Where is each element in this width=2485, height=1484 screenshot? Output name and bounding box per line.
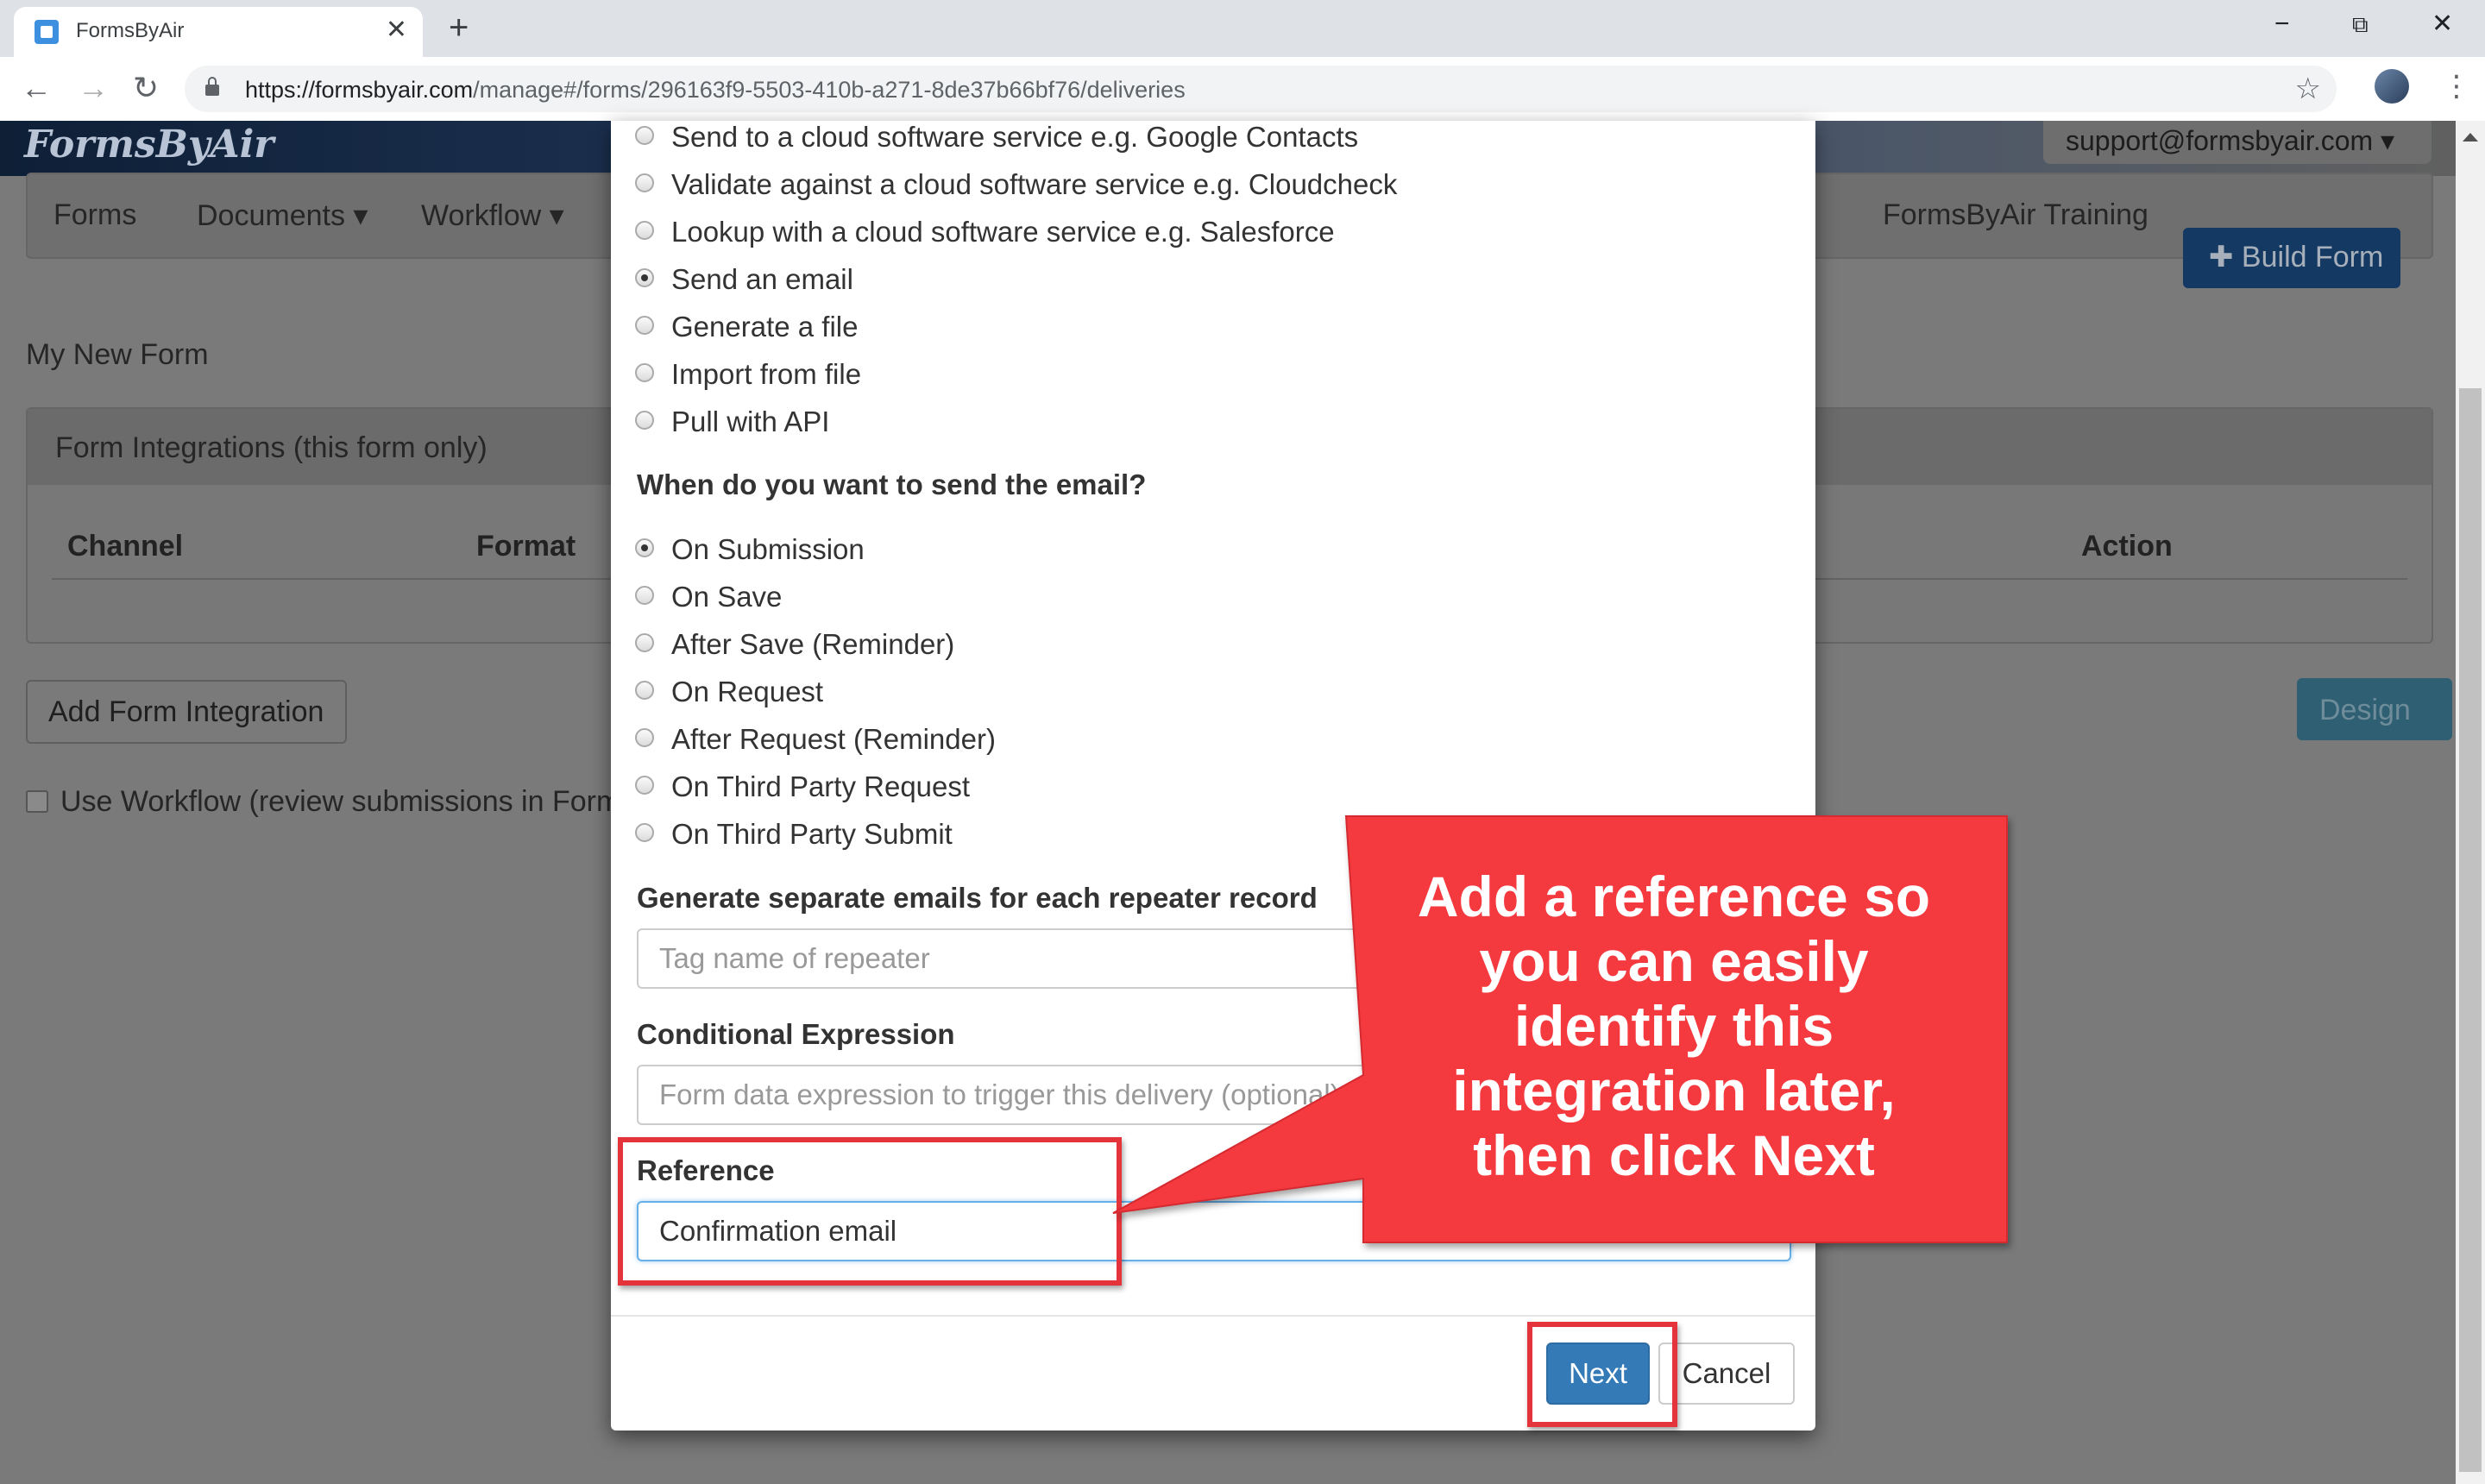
use-workflow-checkbox[interactable] [26,790,48,813]
radio-button[interactable] [635,681,654,700]
profile-avatar[interactable] [2375,69,2409,104]
build-form-label: ✚ Build Form [2209,241,2384,274]
radio-label: On Submission [671,533,865,565]
restore-button[interactable]: ⧉ [2352,7,2369,41]
add-form-integration-label: Add Form Integration [48,695,324,728]
panel-title: Form Integrations (this form only) [55,431,488,464]
close-window-button[interactable]: ✕ [2432,7,2453,41]
address-bar[interactable]: https://formsbyair.com/manage#/forms/296… [185,66,2337,112]
browser-tab[interactable]: FormsByAir ✕ [14,7,423,57]
radio-label: Lookup with a cloud software service e.g… [671,216,1335,248]
radio-button[interactable] [635,173,654,192]
url-path: /manage#/forms/296163f9-5503-410b-a271-8… [473,77,1186,103]
column-header-action: Action [2081,530,2173,563]
tab-title: FormsByAir [76,19,185,42]
page-scrollbar[interactable] [2456,121,2485,1484]
column-header-channel: Channel [67,530,184,563]
formsbyair-favicon-icon [35,20,59,44]
build-form-button[interactable]: ✚ Build Form [2183,228,2400,288]
account-email: support@formsbyair.com ▾ [2066,125,2395,156]
page-title: My New Form [26,338,209,371]
radio-button[interactable] [635,411,654,430]
when-section-label: When do you want to send the email? [637,468,1147,500]
url-text[interactable]: https://formsbyair.com/manage#/forms/296… [245,76,1186,104]
callout-line: integration later, [1452,1059,1896,1122]
nav-workflow[interactable]: Workflow ▾ [421,198,564,233]
radio-label: On Request [671,676,824,707]
new-tab-button[interactable]: + [449,9,469,47]
nav-documents[interactable]: Documents ▾ [197,198,368,233]
minimize-button[interactable]: − [2274,7,2290,41]
radio-button[interactable] [635,126,654,145]
scroll-thumb[interactable] [2459,388,2482,1472]
radio-label: On Save [671,581,783,613]
radio-label: After Save (Reminder) [671,628,955,660]
column-header-format: Format [476,530,576,563]
radio-button[interactable] [635,776,654,795]
radio-button-selected[interactable] [635,268,654,287]
radio-button[interactable] [635,316,654,335]
nav-training[interactable]: FormsByAir Training [1883,198,2148,232]
radio-label: After Request (Reminder) [671,723,996,755]
radio-label: On Third Party Submit [671,818,953,850]
use-workflow-label: Use Workflow (review submissions in Form [60,785,621,818]
radio-label: Import from file [671,358,862,390]
radio-label: Generate a file [671,311,859,343]
radio-label: On Third Party Request [671,770,971,802]
radio-button[interactable] [635,823,654,842]
callout-line: Add a reference so [1417,865,1931,928]
radio-label: Send an email [671,263,853,295]
radio-label: Validate against a cloud software servic… [671,168,1398,200]
radio-button[interactable] [635,363,654,382]
add-form-integration-button[interactable]: Add Form Integration [26,680,347,744]
radio-button[interactable] [635,586,654,605]
bookmark-star-icon[interactable]: ☆ [2295,72,2321,105]
radio-label: Send to a cloud software service e.g. Go… [671,121,1359,153]
conditional-expression-label: Conditional Expression [637,1018,955,1050]
callout-line: identify this [1513,994,1834,1058]
radio-button[interactable] [635,728,654,747]
lock-icon [205,77,219,96]
scroll-up-arrow-icon[interactable] [2463,133,2478,141]
tab-close-icon[interactable]: ✕ [386,16,407,45]
modal-footer-divider [611,1315,1815,1317]
design-label: Design [2319,694,2411,726]
browser-toolbar: ← → ↻ https://formsbyair.com/manage#/for… [0,57,2485,122]
reference-highlight-box [618,1137,1122,1286]
nav-forms[interactable]: Forms [53,198,136,232]
radio-button[interactable] [635,221,654,240]
back-arrow-icon[interactable]: ← [21,69,52,107]
forward-arrow-icon[interactable]: → [78,69,109,107]
account-menu[interactable]: support@formsbyair.com ▾ [2043,121,2432,164]
radio-label: Pull with API [671,406,830,437]
browser-tabstrip: FormsByAir ✕ + − ⧉ ✕ [0,0,2485,57]
cancel-button[interactable]: Cancel [1658,1343,1795,1405]
browser-menu-icon[interactable]: ⋮ [2442,67,2471,105]
callout-line: then click Next [1473,1123,1875,1187]
site-logo[interactable]: FormsByAir [24,123,274,167]
reload-icon[interactable]: ↻ [133,69,159,107]
callout-line: you can easily [1479,929,1869,993]
next-highlight-box [1527,1322,1677,1427]
callout-text: Add a reference so you can easily identi… [1363,865,1985,1188]
url-host: https://formsbyair.com [245,77,474,103]
radio-button[interactable] [635,633,654,652]
radio-button-selected[interactable] [635,538,654,557]
design-button[interactable]: Design [2297,678,2452,740]
